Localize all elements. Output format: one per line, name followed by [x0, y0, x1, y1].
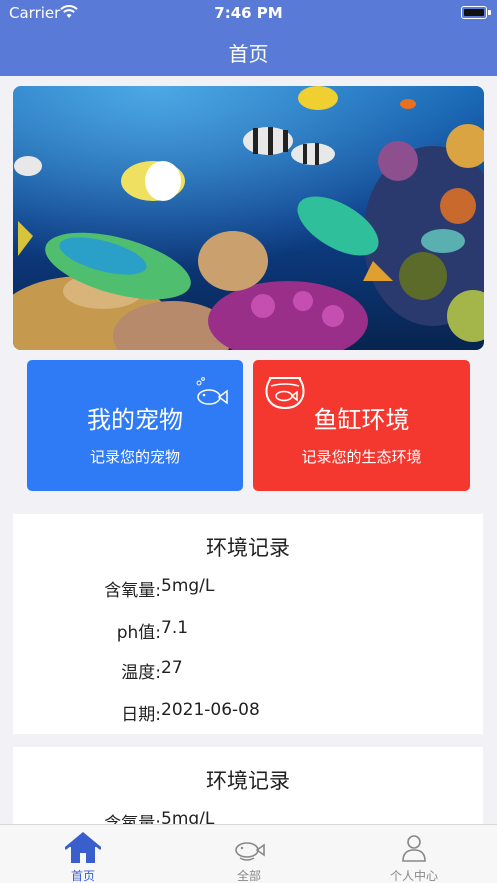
page-title: 首页: [228, 42, 269, 66]
tab-all-label: 全部: [236, 869, 261, 883]
record-value: 5mg/L: [161, 576, 215, 596]
record-value: 27: [161, 658, 183, 678]
tab-home[interactable]: 首页: [0, 825, 166, 883]
tank-environment-subtitle: 记录您的生态环境: [301, 448, 422, 466]
record-row-oxygen: 含氧量: 5mg/L: [13, 576, 483, 601]
banner-image[interactable]: [13, 86, 484, 350]
record-value: 2021-06-08: [161, 700, 260, 720]
record-label: 温度:: [121, 663, 161, 683]
aquarium-illustration: [13, 86, 484, 350]
record-label: 日期:: [121, 705, 161, 725]
my-pets-title: 我的宠物: [87, 406, 183, 434]
record-label: 含氧量:: [104, 581, 161, 601]
navigation-bar: 首页: [0, 28, 497, 76]
record-value: 7.1: [161, 618, 189, 638]
my-pets-card[interactable]: 我的宠物 记录您的宠物: [27, 360, 243, 491]
tab-profile-label: 个人中心: [389, 869, 438, 883]
tank-environment-card[interactable]: 鱼缸环境 记录您的生态环境: [253, 360, 470, 491]
tab-bar: 首页 全部 个人中心: [0, 824, 497, 883]
record-row-ph: ph值: 7.1: [13, 618, 483, 643]
tab-all[interactable]: 全部: [166, 825, 332, 883]
environment-record-card[interactable]: 环境记录 含氧量: 5mg/L ph值: 7.1 温度: 27 日期: 2021…: [13, 514, 483, 734]
person-icon: [402, 835, 426, 862]
record-row-temperature: 温度: 27: [13, 658, 483, 683]
my-pets-subtitle: 记录您的宠物: [89, 448, 180, 466]
home-icon: [65, 832, 101, 863]
record-title: 环境记录: [206, 536, 290, 560]
record-title: 环境记录: [206, 769, 290, 793]
status-bar: Carrier 7:46 PM: [0, 0, 497, 28]
tab-profile[interactable]: 个人中心: [331, 825, 497, 883]
tab-home-label: 首页: [70, 869, 95, 883]
clock: 7:46 PM: [214, 4, 283, 22]
fish-outline-icon: [235, 842, 265, 861]
record-row-date: 日期: 2021-06-08: [13, 700, 483, 725]
record-label: ph值:: [116, 623, 161, 643]
battery-icon: [461, 6, 487, 19]
tank-environment-title: 鱼缸环境: [313, 406, 410, 434]
